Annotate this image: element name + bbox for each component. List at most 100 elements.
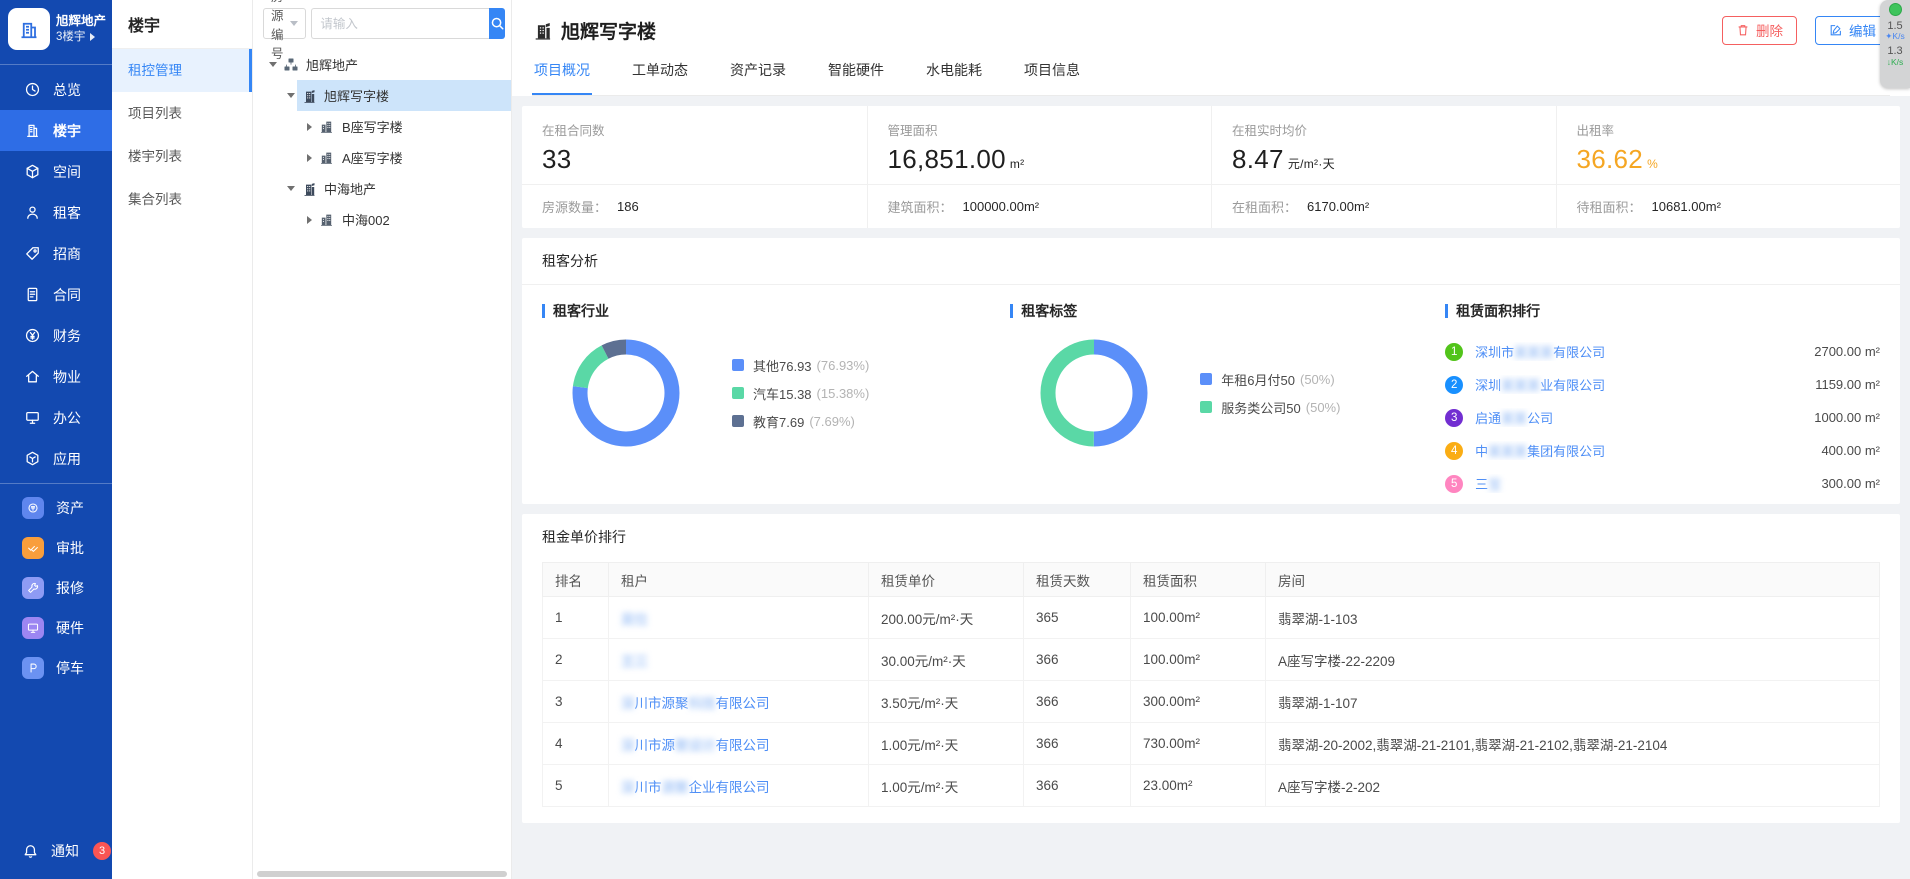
leased-area-value: 400.00 m² — [1821, 443, 1880, 458]
sidebar-app-parking[interactable]: 停车 — [0, 648, 112, 688]
tree-caret-right-icon[interactable] — [303, 154, 315, 162]
sidebar-app-repair[interactable]: 报修 — [0, 568, 112, 608]
tenant-cell[interactable]: 王三 — [609, 639, 869, 681]
tab-1[interactable]: 工单动态 — [630, 50, 690, 95]
leased-area-rank-list: 1深圳市某某某有限公司2700.00 m²2深圳某某某业有限公司1159.00 … — [1445, 335, 1880, 500]
block-icon — [319, 212, 335, 228]
tenant-cell[interactable]: 深川市源聚科技有限公司 — [609, 681, 869, 723]
sidebar-apps: 资产审批报修硬件停车 — [0, 488, 112, 688]
tree-horizontal-scrollbar[interactable] — [257, 871, 507, 877]
tenant-link[interactable]: 中某某某集团有限公司 — [1475, 441, 1821, 460]
legend-swatch-icon — [1200, 373, 1212, 385]
legend-swatch-icon — [732, 359, 744, 371]
tab-4[interactable]: 水电能耗 — [924, 50, 984, 95]
sidebar-item-space[interactable]: 空间 — [0, 151, 112, 192]
page-title: 旭辉写字楼 — [561, 17, 656, 44]
sidebar-item-finance[interactable]: 财务 — [0, 315, 112, 356]
tenant-link[interactable]: 深圳某某某业有限公司 — [1475, 375, 1815, 394]
org-logo — [8, 8, 50, 50]
days-cell: 366 — [1024, 765, 1131, 807]
stat-1: 管理面积16,851.00m² — [867, 106, 1212, 184]
sidebar-item-tenant[interactable]: 租客 — [0, 192, 112, 233]
sidebar-item-office[interactable]: 办公 — [0, 397, 112, 438]
submenu-item-0[interactable]: 租控管理 — [112, 49, 252, 92]
chevron-down-icon — [290, 21, 298, 26]
sidebar-item-investment[interactable]: 招商 — [0, 233, 112, 274]
tab-2[interactable]: 资产记录 — [728, 50, 788, 95]
tree-search-bar: 房源编号 — [253, 0, 511, 47]
tree-caret-right-icon[interactable] — [303, 123, 315, 131]
tree-node-0[interactable]: 旭辉地产 — [253, 49, 511, 80]
org-switcher[interactable]: 旭辉地产 3楼宇 — [0, 0, 112, 60]
upload-speed-unit: ✦K/s — [1885, 32, 1904, 41]
tenant-link[interactable]: 深圳市某某某有限公司 — [1475, 342, 1814, 361]
price-cell: 3.50元/m²·天 — [869, 681, 1024, 723]
tenant-link[interactable]: 三宝 — [1475, 474, 1821, 493]
tenant-link[interactable]: 启通某某公司 — [1475, 408, 1814, 427]
area-cell: 23.00m² — [1131, 765, 1266, 807]
stat-0: 在租合同数33 — [522, 106, 867, 184]
sidebar-app-asset[interactable]: 资产 — [0, 488, 112, 528]
secondary-menu-items: 租控管理项目列表楼宇列表集合列表 — [112, 49, 252, 221]
tab-0[interactable]: 项目概况 — [532, 50, 592, 95]
block-icon — [319, 119, 335, 135]
tree-caret-right-icon[interactable] — [303, 216, 315, 224]
edit-button[interactable]: 编辑 — [1815, 16, 1890, 45]
building-tree-panel: 房源编号 旭辉地产旭辉写字楼B座写字楼A座写字楼中海地产中海002 — [253, 0, 512, 879]
area-cell: 730.00m² — [1131, 723, 1266, 765]
tenant-icon — [24, 204, 41, 221]
hardware-icon — [22, 617, 44, 639]
rooms-cell: 翡翠湖-1-107 — [1266, 681, 1880, 723]
submenu-item-1[interactable]: 项目列表 — [112, 92, 252, 135]
main-content: 在租合同数33管理面积16,851.00m²在租实时均价8.47元/m²·天出租… — [512, 96, 1910, 879]
notification-item[interactable]: 通知 3 — [0, 833, 112, 869]
tree-node-4[interactable]: 中海地产 — [253, 173, 511, 204]
leased-area-value: 300.00 m² — [1821, 476, 1880, 491]
tree-caret-down-icon[interactable] — [267, 62, 279, 67]
tab-3[interactable]: 智能硬件 — [826, 50, 886, 95]
tree-node-5[interactable]: 中海002 — [253, 204, 511, 235]
tenant-analysis-title: 租客分析 — [522, 238, 1900, 285]
network-speed-overlay[interactable]: 1.5 ✦K/s 1.3 ↓K/s — [1880, 0, 1910, 88]
column-header-2: 租赁单价 — [869, 563, 1024, 597]
tree-node-3[interactable]: A座写字楼 — [253, 142, 511, 173]
space-icon — [24, 163, 41, 180]
tenant-cell[interactable]: 深川市源聚企业有限公司 — [609, 765, 869, 807]
sidebar-item-overview[interactable]: 总览 — [0, 69, 112, 110]
days-cell: 366 — [1024, 639, 1131, 681]
delete-button[interactable]: 删除 — [1722, 16, 1797, 45]
leased-area-rank-title: 租赁面积排行 — [1445, 301, 1880, 321]
tree-node-2[interactable]: B座写字楼 — [253, 111, 511, 142]
approve-icon — [22, 537, 44, 559]
rank-badge: 1 — [1445, 343, 1463, 361]
tab-5[interactable]: 项目信息 — [1022, 50, 1082, 95]
finance-icon — [24, 327, 41, 344]
submenu-item-3[interactable]: 集合列表 — [112, 178, 252, 221]
search-button[interactable] — [489, 8, 505, 39]
legend-swatch-icon — [732, 387, 744, 399]
sidebar-item-apps[interactable]: 应用 — [0, 438, 112, 479]
parking-icon — [22, 657, 44, 679]
search-icon — [490, 16, 505, 31]
org-expand-caret-icon[interactable] — [90, 33, 95, 41]
submenu-item-2[interactable]: 楼宇列表 — [112, 135, 252, 178]
sidebar-item-building[interactable]: 楼宇 — [0, 110, 112, 151]
area-rank-row: 2深圳某某某业有限公司1159.00 m² — [1445, 368, 1880, 401]
secondary-menu: 楼宇 租控管理项目列表楼宇列表集合列表 — [112, 0, 253, 879]
sidebar-app-approve[interactable]: 审批 — [0, 528, 112, 568]
tenant-cell[interactable]: 深川市源聚设计有限公司 — [609, 723, 869, 765]
search-input[interactable] — [311, 8, 489, 39]
tree-node-1[interactable]: 旭辉写字楼 — [253, 80, 511, 111]
sidebar-app-hardware[interactable]: 硬件 — [0, 608, 112, 648]
tree-caret-down-icon[interactable] — [285, 186, 297, 191]
tenant-tags-donut-chart — [1038, 337, 1150, 449]
org-building-count: 3楼宇 — [56, 30, 85, 46]
edit-icon — [1829, 23, 1843, 37]
sidebar-item-property[interactable]: 物业 — [0, 356, 112, 397]
contract-icon — [24, 286, 41, 303]
tree-caret-down-icon[interactable] — [285, 93, 297, 98]
sidebar-item-contract[interactable]: 合同 — [0, 274, 112, 315]
tenant-cell[interactable]: 吴仕 — [609, 597, 869, 639]
investment-icon — [24, 245, 41, 262]
search-filter-select[interactable]: 房源编号 — [263, 8, 306, 39]
